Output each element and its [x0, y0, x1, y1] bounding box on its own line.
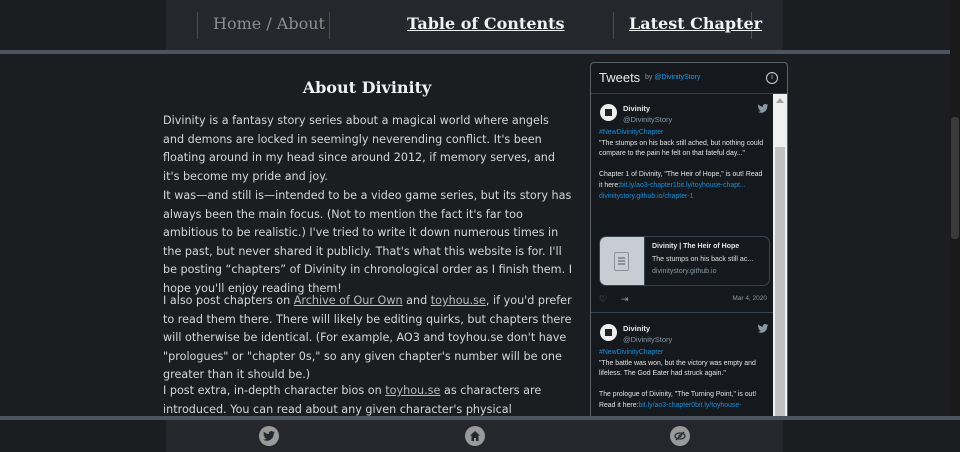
tweet-author-handle[interactable]: @DivinityStory	[623, 115, 672, 124]
widget-byline: by @DivinityStory	[645, 74, 700, 81]
nav-divider	[613, 12, 614, 39]
paragraph: I post extra, in-depth character bios on…	[163, 382, 573, 416]
tweet-quote: "The stumps on his back still ached, but…	[599, 139, 764, 158]
tweet-author-handle[interactable]: @DivinityStory	[623, 335, 672, 344]
tweet-author-name[interactable]: Divinity	[623, 104, 650, 113]
avatar[interactable]	[600, 104, 617, 121]
avatar[interactable]	[600, 324, 617, 341]
share-icon[interactable]: ⇥	[621, 294, 629, 305]
tweet[interactable]: Divinity @DivinityStory #NewDivinityChap…	[591, 94, 773, 313]
twitter-timeline-widget: Tweets by @DivinityStory i Divinity @Div…	[590, 62, 788, 418]
card-domain: divinitystory.github.io	[652, 268, 717, 275]
tweet-announcement: The prologue of Divinity, "The Turning P…	[599, 390, 765, 411]
card-thumbnail	[600, 237, 645, 285]
hashtag-link[interactable]: #NewDivinityChapter	[599, 348, 765, 359]
page-title: About Divinity	[302, 78, 432, 97]
text: I post extra, in-depth character bios on	[163, 384, 386, 397]
tweet-text: #NewDivinityChapter "The stumps on his b…	[599, 128, 765, 202]
twitter-bird-icon[interactable]	[757, 324, 769, 333]
document-icon	[614, 252, 629, 271]
about-article: About Divinity Divinity is a fantasy sto…	[163, 54, 575, 416]
text: I also post chapters on	[163, 294, 294, 307]
no-eye-icon[interactable]	[670, 426, 690, 446]
hashtag-link[interactable]: #NewDivinityChapter	[599, 128, 765, 139]
tweet-links[interactable]: bit.ly/ao3-chapter0bit.ly/toyhouse-	[638, 402, 741, 409]
widget-header: Tweets by @DivinityStory i	[591, 63, 787, 94]
info-icon[interactable]: i	[766, 72, 778, 84]
heart-icon[interactable]: ♡	[599, 294, 607, 305]
nav-home-about[interactable]: Home / About	[213, 14, 325, 33]
nav-divider	[197, 12, 198, 39]
toyhouse-bios-link[interactable]: toyhou.se	[385, 384, 440, 397]
card-description: The stumps on his back still ac...	[652, 256, 754, 263]
widget-scrollbar-thumb[interactable]	[775, 147, 785, 417]
page-scrollbar-thumb[interactable]	[951, 117, 959, 239]
nav-divider	[329, 12, 330, 39]
widget-title: Tweets	[599, 70, 641, 85]
tweet-links[interactable]: bit.ly/ao3-chapter1bit.ly/toyhouse-chapt…	[599, 182, 746, 200]
tweet-actions: ♡ ⇥ Mar 4, 2020	[599, 294, 769, 306]
tweet-text: #NewDivinityChapter "The battle was won,…	[599, 348, 765, 412]
toyhouse-link[interactable]: toyhou.se	[431, 294, 486, 307]
text: and	[402, 294, 431, 307]
paragraph: Divinity is a fantasy story series about…	[163, 114, 555, 183]
paragraph: It was—and still is—intended to be a vid…	[163, 189, 572, 295]
twitter-icon[interactable]	[259, 426, 279, 446]
link-preview-card[interactable]: Divinity | The Heir of Hope The stumps o…	[599, 236, 770, 286]
tweet-date[interactable]: Mar 4, 2020	[732, 295, 767, 302]
byline-text: by	[645, 74, 655, 81]
tweet-announcement: Chapter 1 of Divinity, "The Heir of Hope…	[599, 170, 765, 202]
ao3-link[interactable]: Archive of Our Own	[294, 294, 403, 307]
home-icon[interactable]	[465, 426, 485, 446]
top-navigation: Home / About Table of Contents Latest Ch…	[0, 0, 960, 50]
nav-table-of-contents[interactable]: Table of Contents	[407, 14, 565, 33]
card-title: Divinity | The Heir of Hope	[652, 243, 740, 250]
text: , if you'd prefer to read them there. Th…	[163, 294, 572, 381]
paragraph: I also post chapters on Archive of Our O…	[163, 292, 573, 385]
footer	[0, 420, 960, 452]
twitter-bird-icon[interactable]	[757, 104, 769, 113]
byline-handle-link[interactable]: @DivinityStory	[654, 74, 700, 81]
tweet-author-name[interactable]: Divinity	[623, 324, 650, 333]
nav-latest-chapter[interactable]: Latest Chapter	[629, 14, 762, 33]
tweet-quote: "The battle was won, but the victory was…	[599, 359, 756, 378]
tweet[interactable]: Divinity @DivinityStory #NewDivinityChap…	[591, 314, 773, 417]
scroll-up-arrow-icon[interactable]	[776, 98, 784, 103]
tweet-list: Divinity @DivinityStory #NewDivinityChap…	[591, 94, 773, 417]
